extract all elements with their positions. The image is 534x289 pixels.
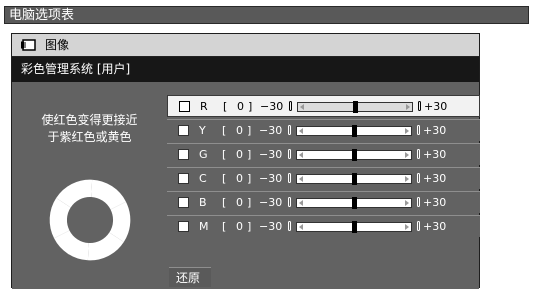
- bracket-open: [: [222, 172, 227, 185]
- slider-track[interactable]: [296, 197, 412, 209]
- slider-row-c[interactable]: C [ 0 ] −30 +30: [167, 167, 480, 189]
- slider-track[interactable]: [296, 125, 412, 137]
- slider-max: +30: [423, 172, 447, 185]
- description-line-1: 使红色变得更接近: [41, 113, 138, 127]
- menu-title-bar: 电脑选项表: [4, 6, 529, 24]
- arrow-left-icon[interactable]: [300, 104, 304, 110]
- slider-max: +30: [423, 124, 447, 137]
- arrow-left-icon[interactable]: [299, 128, 303, 134]
- slider-max: +30: [424, 100, 448, 113]
- slider-label: G: [199, 148, 208, 161]
- slider-value: 0: [236, 148, 243, 161]
- slider-knob[interactable]: [352, 197, 357, 209]
- slider-value: 0: [236, 220, 243, 233]
- slider-row-b[interactable]: B [ 0 ] −30 +30: [167, 191, 480, 213]
- bracket-close: ]: [247, 220, 252, 233]
- arrow-left-icon[interactable]: [299, 176, 303, 182]
- slider-label: R: [200, 100, 208, 113]
- reset-button[interactable]: 还原: [169, 267, 211, 287]
- arrow-left-icon[interactable]: [299, 152, 303, 158]
- slider-end-cap: [288, 197, 291, 207]
- settings-panel: 图像 彩色管理系统 [用户] 使红色变得更接近 于紫红色或黄色 R [ 0 ] …: [11, 33, 480, 289]
- slider-value: 0: [236, 172, 243, 185]
- menu-title: 电脑选项表: [9, 8, 75, 23]
- checkbox[interactable]: [179, 101, 190, 112]
- slider-row-m[interactable]: M [ 0 ] −30 +30: [167, 215, 480, 237]
- slider-end-cap: [417, 173, 420, 183]
- subsection-title: 彩色管理系统 [用户]: [21, 62, 131, 76]
- slider-value: 0: [236, 196, 243, 209]
- arrow-left-icon[interactable]: [299, 200, 303, 206]
- arrow-right-icon[interactable]: [405, 224, 409, 230]
- slider-end-cap: [417, 197, 420, 207]
- slider-end-cap: [417, 149, 420, 159]
- description: 使红色变得更接近 于紫红色或黄色: [12, 112, 167, 146]
- slider-end-cap: [289, 101, 292, 111]
- checkbox[interactable]: [178, 149, 189, 160]
- slider-knob[interactable]: [352, 125, 357, 137]
- slider-label: M: [199, 220, 209, 233]
- slider-knob[interactable]: [353, 101, 358, 113]
- slider-value: 0: [236, 124, 243, 137]
- bracket-close: ]: [247, 124, 252, 137]
- slider-knob[interactable]: [352, 221, 357, 233]
- slider-track[interactable]: [296, 149, 412, 161]
- slider-end-cap: [418, 101, 421, 111]
- arrow-left-icon[interactable]: [299, 224, 303, 230]
- slider-end-cap: [288, 125, 291, 135]
- slider-knob[interactable]: [352, 173, 357, 185]
- slider-end-cap: [288, 221, 291, 231]
- arrow-right-icon[interactable]: [405, 176, 409, 182]
- bracket-open: [: [223, 100, 228, 113]
- slider-min: −30: [259, 124, 283, 137]
- bracket-open: [: [222, 124, 227, 137]
- section-title: 图像: [45, 38, 70, 52]
- slider-track[interactable]: [297, 101, 413, 113]
- arrow-right-icon[interactable]: [405, 200, 409, 206]
- slider-end-cap: [417, 221, 420, 231]
- slider-label: Y: [199, 124, 206, 137]
- slider-row-g[interactable]: G [ 0 ] −30 +30: [167, 143, 480, 165]
- slider-max: +30: [423, 148, 447, 161]
- arrow-right-icon[interactable]: [405, 152, 409, 158]
- slider-label: B: [199, 196, 207, 209]
- slider-value: 0: [237, 100, 244, 113]
- checkbox[interactable]: [178, 173, 189, 184]
- arrow-right-icon[interactable]: [406, 104, 410, 110]
- slider-end-cap: [288, 173, 291, 183]
- slider-min: −30: [259, 220, 283, 233]
- slider-end-cap: [288, 149, 291, 159]
- bracket-close: ]: [247, 196, 252, 209]
- description-line-2: 于紫红色或黄色: [47, 130, 132, 144]
- checkbox[interactable]: [178, 197, 189, 208]
- bracket-close: ]: [247, 148, 252, 161]
- slider-row-r[interactable]: R [ 0 ] −30 +30: [167, 95, 480, 117]
- slider-track[interactable]: [296, 221, 412, 233]
- panel-body: 使红色变得更接近 于紫红色或黄色 R [ 0 ] −30 +30 Y [0]…: [12, 82, 480, 289]
- bracket-open: [: [222, 220, 227, 233]
- bracket-open: [: [222, 148, 227, 161]
- slider-end-cap: [417, 125, 420, 135]
- slider-label: C: [199, 172, 207, 185]
- slider-max: +30: [423, 196, 447, 209]
- slider-knob[interactable]: [352, 149, 357, 161]
- bracket-close: ]: [247, 172, 252, 185]
- subsection-header: 彩色管理系统 [用户]: [12, 57, 479, 82]
- slider-min: −30: [259, 196, 283, 209]
- bracket-open: [: [222, 196, 227, 209]
- checkbox[interactable]: [178, 125, 189, 136]
- slider-min: −30: [259, 172, 283, 185]
- bracket-close: ]: [248, 100, 253, 113]
- slider-row-y[interactable]: Y [ 0 ] −30 +30: [167, 119, 480, 141]
- slider-track[interactable]: [296, 173, 412, 185]
- slider-min: −30: [260, 100, 284, 113]
- checkbox[interactable]: [178, 221, 189, 232]
- slider-min: −30: [259, 148, 283, 161]
- arrow-right-icon[interactable]: [405, 128, 409, 134]
- section-header: 图像: [12, 34, 479, 57]
- picture-icon: [21, 39, 36, 51]
- slider-max: +30: [423, 220, 447, 233]
- color-wheel-icon: [49, 179, 131, 261]
